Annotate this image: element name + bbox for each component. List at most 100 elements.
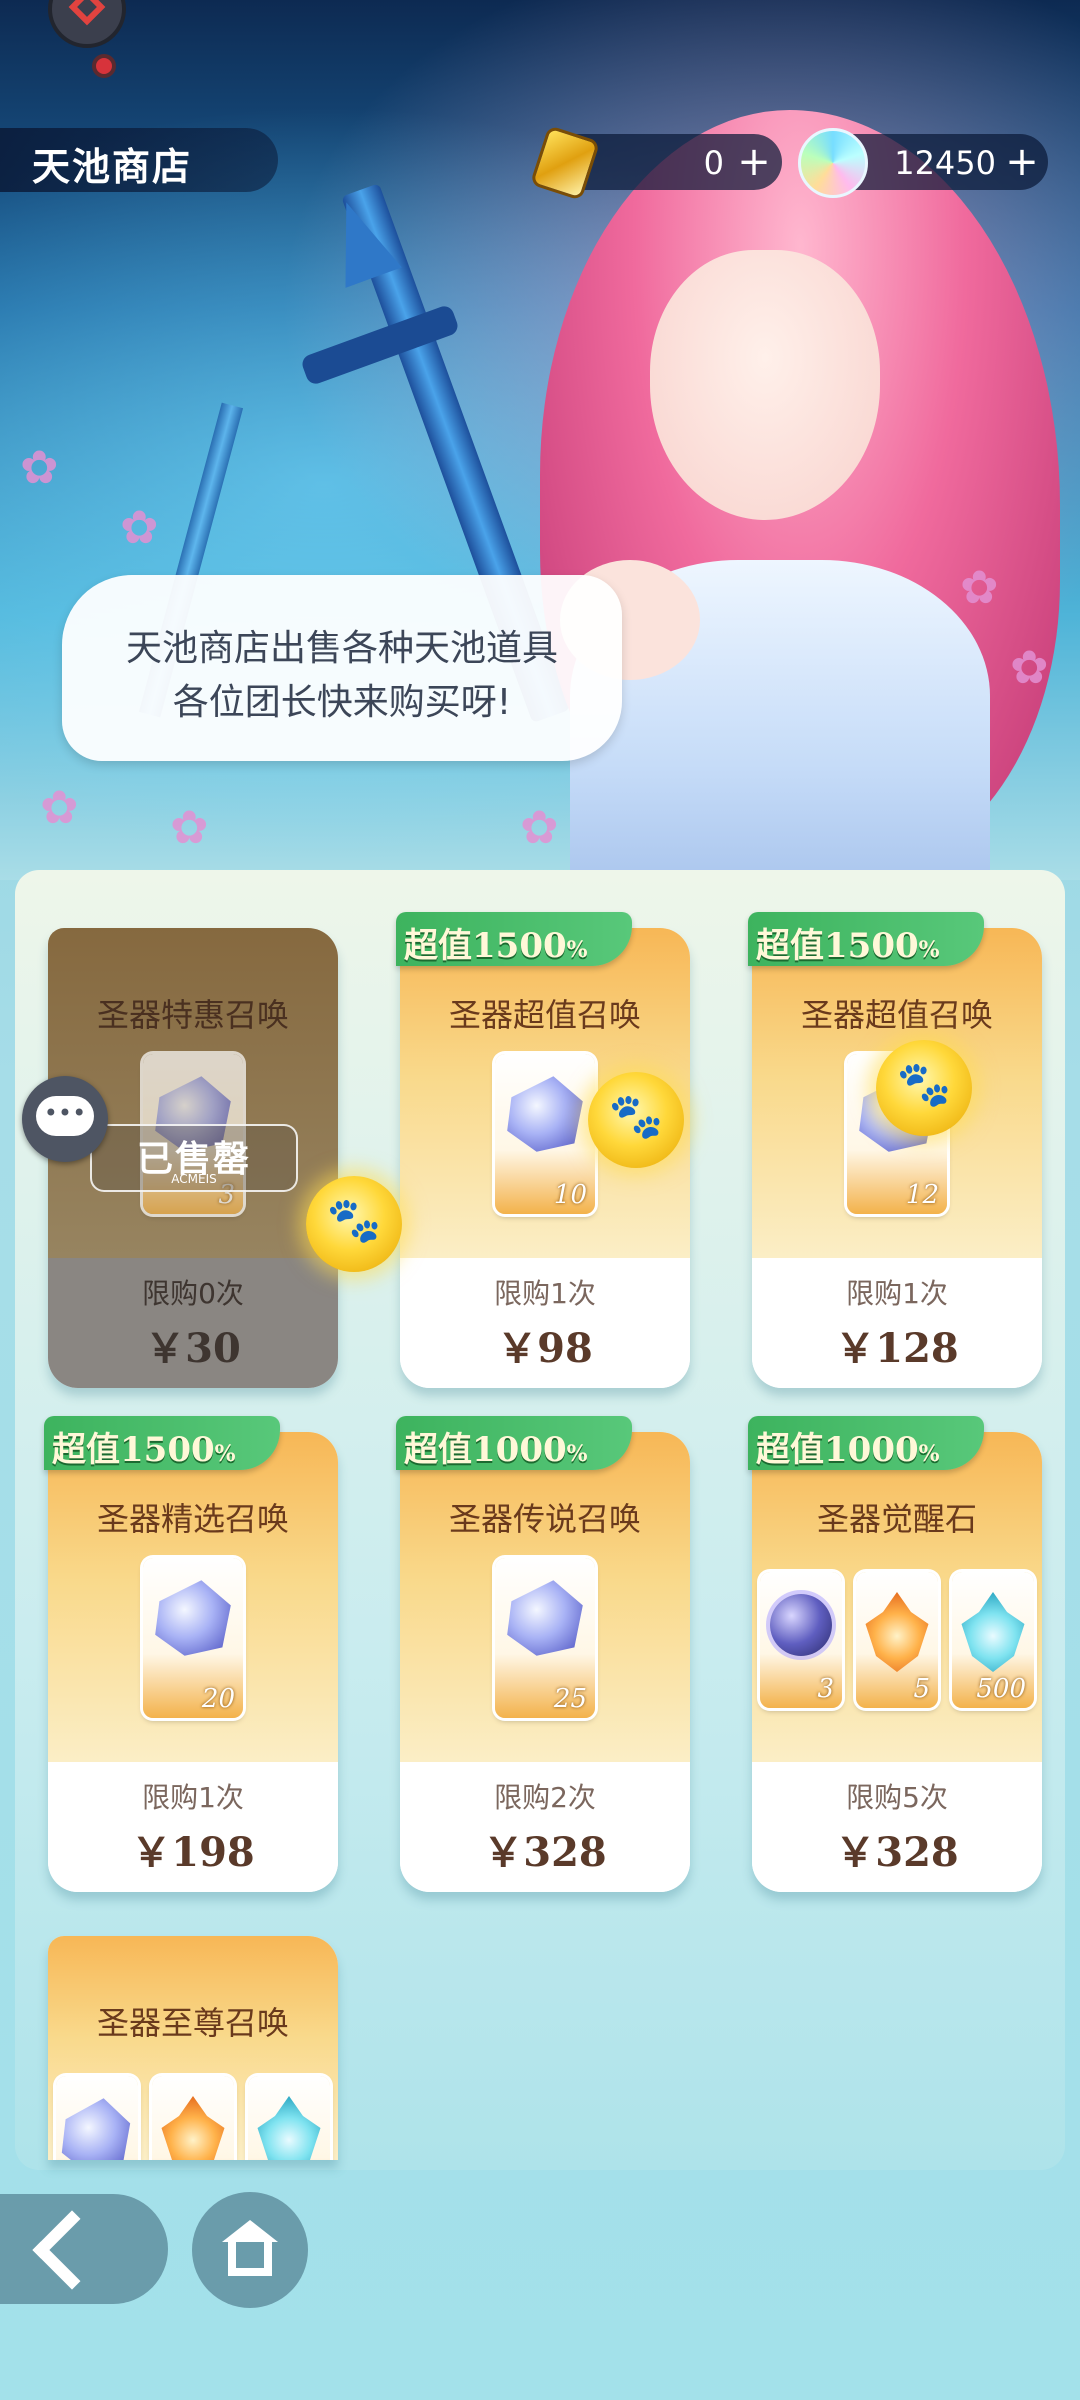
crystal-icon — [507, 1580, 583, 1656]
chat-dots-icon: ••• — [43, 1099, 87, 1127]
paw-print-icon: 🐾 — [326, 1195, 382, 1246]
shop-title-bar: 天池商店 — [0, 128, 278, 192]
value-badge: 超值1500% — [748, 912, 984, 966]
price: ￥328 — [483, 1829, 607, 1876]
shop-card[interactable]: 圣器超值召唤 12 限购1次 ￥128 — [752, 928, 1042, 1388]
back-button[interactable] — [0, 2194, 168, 2304]
card-title: 圣器超值召唤 — [800, 996, 993, 1034]
purchase-limit: 限购1次 — [494, 1277, 596, 1310]
gem-amount: 12450 — [894, 144, 996, 182]
card-footer: 限购0次 ￥30 — [48, 1258, 338, 1388]
item-card: 500 — [952, 1572, 1034, 1708]
item-card — [56, 2076, 138, 2160]
price: ￥98 — [497, 1325, 593, 1372]
price: ￥30 — [145, 1325, 241, 1372]
gold-amount: 0 — [703, 144, 724, 182]
home-button[interactable] — [192, 2192, 308, 2308]
card-footer: 限购2次 ￥328 — [400, 1762, 690, 1892]
awakening-orb-icon — [770, 1594, 832, 1656]
item-card — [152, 2076, 234, 2160]
card-title: 圣器觉醒石 — [816, 1500, 977, 1538]
paw-print-icon: 🐾 — [896, 1059, 952, 1110]
bubble-line-1: 天池商店出售各种天池道具 — [125, 628, 558, 669]
item-card: 3 — [760, 1572, 842, 1708]
purchase-limit: 限购1次 — [846, 1277, 948, 1310]
paw-coin-icon: 🐾 — [306, 1176, 402, 1272]
fire-stone-icon — [161, 2096, 225, 2160]
bubble-line-2: 各位团长快来购买呀! — [172, 682, 512, 723]
card-title: 圣器传说召唤 — [448, 1500, 641, 1538]
flower-icon: ✿ — [520, 800, 559, 854]
crystal-icon — [155, 1580, 231, 1656]
purchase-limit: 限购2次 — [494, 1781, 596, 1814]
badge-label: 超值1000 — [756, 1430, 919, 1470]
shop-card[interactable]: 圣器觉醒石 3 5 500 限购5次 ￥328 — [752, 1432, 1042, 1892]
price: ￥198 — [131, 1829, 255, 1876]
item-card: 5 — [856, 1572, 938, 1708]
shop-card[interactable]: 圣器传说召唤 25 限购2次 ￥328 — [400, 1432, 690, 1892]
price: ￥328 — [835, 1829, 959, 1876]
card-header: 圣器精选召唤 20 — [48, 1432, 338, 1762]
badge-percent: % — [918, 1441, 940, 1467]
chat-bubble-icon: ••• — [36, 1096, 94, 1136]
badge-percent: % — [566, 937, 588, 963]
card-footer: 限购1次 ￥98 — [400, 1258, 690, 1388]
rainbow-gem-icon — [798, 128, 868, 198]
chat-button[interactable]: ••• — [22, 1076, 108, 1162]
home-icon-body — [228, 2242, 272, 2276]
badge-label: 超值1500 — [404, 926, 567, 966]
add-gold-button[interactable]: + — [732, 140, 776, 184]
badge-label: 超值1500 — [52, 1430, 215, 1470]
badge-percent: % — [214, 1441, 236, 1467]
flower-icon: ✿ — [960, 560, 999, 614]
sold-out-subtext: ACMEIS — [171, 1172, 217, 1186]
crystal-icon — [61, 2098, 131, 2160]
crystal-icon — [507, 1076, 583, 1152]
card-title: 圣器至尊召唤 — [96, 2004, 289, 2042]
value-badge: 超值1000% — [748, 1416, 984, 1470]
notification-dot-icon — [92, 54, 116, 78]
item-quantity: 20 — [201, 1684, 235, 1714]
currency-gem: 12450 + — [798, 128, 1048, 198]
purchase-limit: 限购5次 — [846, 1781, 948, 1814]
flower-icon: ✿ — [170, 800, 209, 854]
ice-stone-icon — [961, 1592, 1025, 1672]
home-icon — [222, 2220, 278, 2242]
badge-label: 超值1500 — [756, 926, 919, 966]
add-gem-button[interactable]: + — [1000, 140, 1044, 184]
card-title: 圣器超值召唤 — [448, 996, 641, 1034]
item-card: 10 — [495, 1054, 595, 1214]
item-quantity: 500 — [976, 1674, 1026, 1704]
value-badge: 超值1000% — [396, 1416, 632, 1470]
card-header: 圣器传说召唤 25 — [400, 1432, 690, 1762]
sold-out-stamp: 已售罄 ACMEIS — [90, 1124, 298, 1192]
item-quantity: 10 — [553, 1180, 587, 1210]
ice-stone-icon — [257, 2096, 321, 2160]
shop-card[interactable]: 圣器至尊召唤 — [48, 1936, 338, 2160]
paw-coin-icon: 🐾 — [876, 1040, 972, 1136]
fire-stone-icon — [865, 1592, 929, 1672]
purchase-limit: 限购1次 — [142, 1781, 244, 1814]
card-title: 圣器精选召唤 — [96, 1500, 289, 1538]
flower-icon: ✿ — [1010, 640, 1049, 694]
badge-percent: % — [918, 937, 940, 963]
character-face-art — [650, 250, 880, 520]
item-quantity: 25 — [553, 1684, 587, 1714]
card-footer: 限购5次 ￥328 — [752, 1762, 1042, 1892]
page-title: 天池商店 — [32, 145, 193, 189]
shop-card[interactable]: 圣器精选召唤 20 限购1次 ￥198 — [48, 1432, 338, 1892]
card-header: 圣器觉醒石 3 5 500 — [752, 1432, 1042, 1762]
item-quantity: 5 — [913, 1674, 930, 1704]
value-badge: 超值1500% — [44, 1416, 280, 1470]
price: ￥128 — [835, 1325, 959, 1372]
card-footer: 限购1次 ￥128 — [752, 1258, 1042, 1388]
item-card: 25 — [495, 1558, 595, 1718]
back-arrow-icon — [32, 2210, 112, 2290]
flower-icon: ✿ — [120, 500, 159, 554]
badge-label: 超值1000 — [404, 1430, 567, 1470]
currency-gold: 0 + — [529, 125, 782, 201]
card-header: 圣器至尊召唤 — [48, 1936, 338, 2160]
logo-mark — [68, 0, 106, 26]
item-card — [248, 2076, 330, 2160]
paw-print-icon: 🐾 — [608, 1091, 664, 1142]
